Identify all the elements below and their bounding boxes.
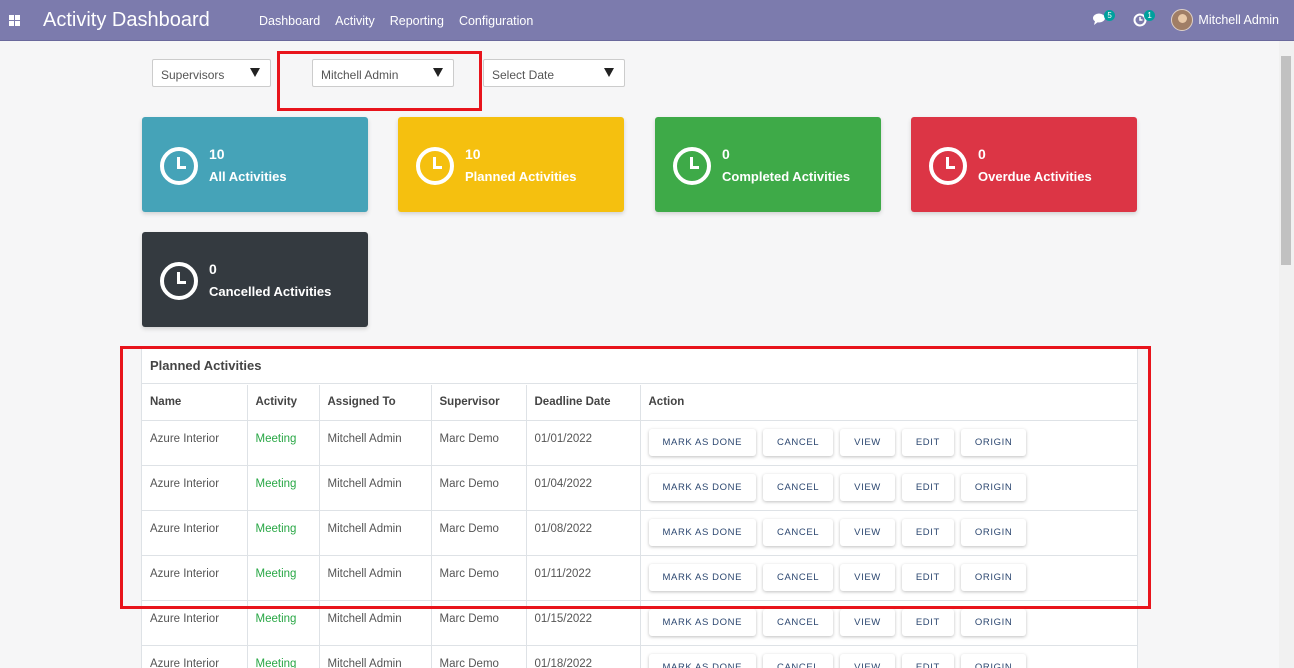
user-filter-highlight xyxy=(277,51,482,111)
cell-activity: Meeting xyxy=(246,644,320,668)
menu-reporting[interactable]: Reporting xyxy=(390,14,444,28)
edit-button[interactable]: EDIT xyxy=(901,608,954,636)
cancel-button[interactable]: CANCEL xyxy=(763,653,834,668)
messages-tray[interactable]: 5 xyxy=(1091,8,1117,32)
caret-down-icon xyxy=(250,68,260,77)
card-count: 0 xyxy=(722,146,730,162)
edit-button[interactable]: EDIT xyxy=(901,653,954,668)
card-all-activities[interactable]: 10 All Activities xyxy=(142,117,368,212)
activities-tray[interactable]: 1 xyxy=(1131,8,1157,32)
top-navbar: Activity Dashboard Dashboard Activity Re… xyxy=(0,0,1294,41)
card-count: 0 xyxy=(978,146,986,162)
caret-down-icon xyxy=(604,68,614,77)
card-count: 10 xyxy=(465,146,481,162)
cell-assigned-to: Mitchell Admin xyxy=(318,644,432,668)
mark-as-done-button[interactable]: MARK AS DONE xyxy=(648,653,757,668)
card-label: Cancelled Activities xyxy=(209,284,332,299)
card-label: Planned Activities xyxy=(465,169,577,184)
view-button[interactable]: VIEW xyxy=(840,653,895,668)
clock-icon xyxy=(673,147,711,185)
scrollbar-thumb[interactable] xyxy=(1281,56,1291,265)
user-avatar[interactable] xyxy=(1171,9,1194,31)
apps-grid-icon[interactable] xyxy=(9,15,20,26)
card-label: Overdue Activities xyxy=(978,169,1092,184)
card-completed-activities[interactable]: 0 Completed Activities xyxy=(655,117,881,212)
clock-icon xyxy=(160,147,198,185)
systray: 5 1 Mitchell Admin xyxy=(1091,8,1279,32)
menu-configuration[interactable]: Configuration xyxy=(459,14,533,28)
date-select-value: Select Date xyxy=(492,68,555,82)
card-count: 10 xyxy=(209,146,225,162)
card-label: All Activities xyxy=(209,169,287,184)
cell-name: Azure Interior xyxy=(142,644,248,668)
cell-supervisor: Marc Demo xyxy=(430,644,527,668)
card-label: Completed Activities xyxy=(722,169,851,184)
cell-deadline: 01/18/2022 xyxy=(525,644,641,668)
messages-badge: 5 xyxy=(1104,10,1115,21)
table-highlight xyxy=(120,346,1151,609)
origin-button[interactable]: ORIGIN xyxy=(960,608,1027,636)
clock-icon xyxy=(929,147,967,185)
mark-as-done-button[interactable]: MARK AS DONE xyxy=(648,608,757,636)
main-menu: Dashboard Activity Reporting Configurati… xyxy=(259,14,548,28)
supervisors-select[interactable]: Supervisors xyxy=(152,59,271,87)
cancel-button[interactable]: CANCEL xyxy=(763,608,834,636)
view-button[interactable]: VIEW xyxy=(840,608,895,636)
page-scrollbar[interactable] xyxy=(1279,41,1294,668)
table-row: Azure Interior Meeting Mitchell Admin Marc … xyxy=(142,644,1138,668)
activities-badge: 1 xyxy=(1144,10,1155,21)
card-count: 0 xyxy=(209,261,217,277)
card-planned-activities[interactable]: 10 Planned Activities xyxy=(398,117,624,212)
cell-actions: MARK AS DONE CANCEL VIEW EDIT ORIGIN xyxy=(639,644,1138,668)
clock-icon xyxy=(416,147,454,185)
menu-activity[interactable]: Activity xyxy=(335,14,375,28)
origin-button[interactable]: ORIGIN xyxy=(960,653,1027,668)
card-cancelled-activities[interactable]: 0 Cancelled Activities xyxy=(142,232,368,327)
user-menu-name[interactable]: Mitchell Admin xyxy=(1198,13,1279,27)
menu-dashboard[interactable]: Dashboard xyxy=(259,14,320,28)
supervisors-select-value: Supervisors xyxy=(161,68,225,82)
app-title: Activity Dashboard xyxy=(43,9,210,31)
date-select[interactable]: Select Date xyxy=(483,59,625,87)
clock-icon xyxy=(160,262,198,300)
card-overdue-activities[interactable]: 0 Overdue Activities xyxy=(911,117,1137,212)
